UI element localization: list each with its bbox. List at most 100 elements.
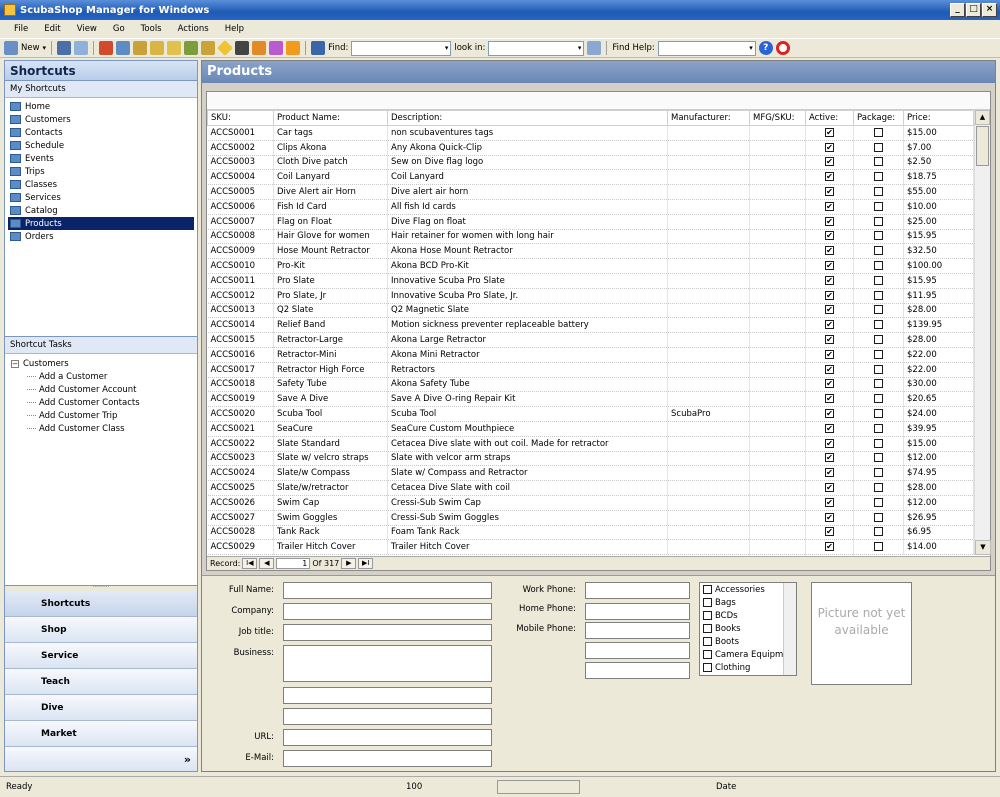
table-cell[interactable]: Akona Safety Tube: [387, 377, 668, 393]
table-row[interactable]: ACCS0017 Retractor High Force Retractors ✔ $…: [207, 362, 974, 378]
active-checkbox[interactable]: ✔: [825, 497, 834, 507]
collapse-icon[interactable]: −: [11, 359, 19, 368]
table-cell[interactable]: [667, 495, 750, 511]
table-cell[interactable]: Swim Cap: [273, 495, 388, 511]
table-cell[interactable]: [749, 140, 806, 156]
email-field[interactable]: [283, 750, 492, 767]
table-cell[interactable]: [749, 229, 806, 245]
category-checkbox[interactable]: [703, 611, 712, 620]
table-cell[interactable]: [667, 465, 750, 482]
package-cell[interactable]: [853, 303, 904, 319]
active-cell[interactable]: ✔: [805, 258, 854, 274]
table-cell[interactable]: [749, 303, 806, 319]
other-phone-field[interactable]: [585, 642, 690, 659]
table-cell[interactable]: [667, 273, 750, 289]
table-cell[interactable]: [667, 125, 750, 141]
url-field[interactable]: [283, 729, 492, 746]
package-cell[interactable]: [853, 184, 904, 200]
table-cell[interactable]: Foam Tank Rack: [387, 525, 668, 541]
table-row[interactable]: ACCS0027 Swim Goggles Cressi-Sub Swim Gogg…: [207, 510, 974, 526]
active-cell[interactable]: ✔: [805, 317, 854, 334]
table-cell[interactable]: [749, 465, 806, 482]
package-checkbox[interactable]: [874, 231, 883, 241]
table-cell[interactable]: $28.00: [903, 303, 974, 319]
shortcut-classes[interactable]: Classes: [8, 178, 194, 191]
minimize-button[interactable]: _: [950, 3, 965, 17]
table-row[interactable]: ACCS0025 Slate/w/retractor Cetacea Dive Sl…: [207, 480, 974, 496]
shortcut-products[interactable]: Products: [8, 217, 194, 230]
table-cell[interactable]: ACCS0025: [207, 480, 274, 496]
table-cell[interactable]: ACCS0006: [207, 199, 274, 215]
table-cell[interactable]: ACCS0013: [207, 303, 274, 319]
table-cell[interactable]: $15.95: [903, 229, 974, 245]
table-cell[interactable]: ACCS0002: [207, 140, 274, 156]
table-row[interactable]: ACCS0002 Clips Akona Any Akona Quick-Clip ✔…: [207, 140, 974, 156]
table-cell[interactable]: Pro-Kit: [273, 258, 388, 274]
trips-icon[interactable]: [184, 41, 199, 55]
table-cell[interactable]: ACCS0015: [207, 332, 274, 348]
table-row[interactable]: ACCS0021 SeaCure SeaCure Custom Mouthpiece…: [207, 421, 974, 437]
active-cell[interactable]: ✔: [805, 214, 854, 230]
package-cell[interactable]: [853, 288, 904, 304]
full-name-field[interactable]: [283, 582, 492, 599]
table-cell[interactable]: ACCS0017: [207, 362, 274, 378]
table-row[interactable]: ACCS0024 Slate/w Compass Slate w/ Compass …: [207, 465, 974, 482]
active-cell[interactable]: ✔: [805, 184, 854, 200]
table-cell[interactable]: Retractor-Mini: [273, 347, 388, 363]
table-cell[interactable]: Akona BCD Pro-Kit: [387, 258, 668, 274]
table-cell[interactable]: Sew on Dive flag logo: [387, 155, 668, 171]
active-cell[interactable]: ✔: [805, 421, 854, 437]
customers-icon[interactable]: [116, 41, 131, 55]
table-cell[interactable]: $7.00: [903, 140, 974, 156]
shortcut-schedule[interactable]: Schedule: [8, 139, 194, 152]
active-cell[interactable]: ✔: [805, 229, 854, 245]
company-field[interactable]: [283, 603, 492, 620]
table-cell[interactable]: non scubaventures tags: [387, 125, 668, 141]
table-cell[interactable]: [749, 317, 806, 334]
active-checkbox[interactable]: ✔: [825, 201, 834, 211]
last-record-button[interactable]: ▶I: [358, 558, 374, 569]
table-cell[interactable]: $6.95: [903, 525, 974, 541]
table-cell[interactable]: ACCS0007: [207, 214, 274, 230]
menu-edit[interactable]: Edit: [36, 24, 68, 34]
table-cell[interactable]: Slate Standard: [273, 436, 388, 452]
table-cell[interactable]: ACCS0024: [207, 465, 274, 482]
active-cell[interactable]: ✔: [805, 243, 854, 260]
table-row[interactable]: ACCS0010 Pro-Kit Akona BCD Pro-Kit ✔ $100.00: [207, 258, 974, 274]
table-cell[interactable]: $55.00: [903, 184, 974, 200]
table-row[interactable]: ACCS0006 Fish Id Card All fish Id cards ✔ $1…: [207, 199, 974, 215]
active-checkbox[interactable]: ✔: [825, 172, 834, 182]
active-cell[interactable]: ✔: [805, 539, 854, 556]
category-checkbox[interactable]: [703, 585, 712, 594]
table-cell[interactable]: $28.00: [903, 332, 974, 348]
table-cell[interactable]: Cressi-Sub Swim Goggles: [387, 510, 668, 526]
table-cell[interactable]: Swim Goggles: [273, 510, 388, 526]
table-cell[interactable]: [667, 243, 750, 260]
nav-shortcuts[interactable]: Shortcuts: [5, 591, 197, 617]
table-cell[interactable]: [749, 155, 806, 171]
table-cell[interactable]: Clips Akona: [273, 140, 388, 156]
table-row[interactable]: ACCS0028 Tank Rack Foam Tank Rack ✔ $6.95: [207, 525, 974, 541]
notes-icon[interactable]: [252, 41, 267, 55]
table-cell[interactable]: [667, 140, 750, 156]
column-header[interactable]: MFG/SKU:: [749, 110, 806, 126]
package-checkbox[interactable]: [874, 438, 883, 448]
table-cell[interactable]: ACCS0014: [207, 317, 274, 334]
package-checkbox[interactable]: [874, 142, 883, 152]
table-cell[interactable]: ACCS0016: [207, 347, 274, 363]
package-cell[interactable]: [853, 332, 904, 348]
category-checkbox[interactable]: [703, 650, 712, 659]
look-in-select[interactable]: ▾: [488, 40, 585, 56]
table-cell[interactable]: Innovative Scuba Pro Slate, Jr.: [387, 288, 668, 304]
shortcut-orders[interactable]: Orders: [8, 230, 194, 243]
active-cell[interactable]: ✔: [805, 480, 854, 496]
table-cell[interactable]: $22.00: [903, 347, 974, 363]
table-cell[interactable]: $12.00: [903, 495, 974, 511]
table-cell[interactable]: Dive Alert air Horn: [273, 184, 388, 200]
package-cell[interactable]: [853, 317, 904, 334]
table-cell[interactable]: $15.00: [903, 125, 974, 141]
package-checkbox[interactable]: [874, 275, 883, 285]
table-cell[interactable]: [749, 421, 806, 437]
prev-record-button[interactable]: ◀: [259, 558, 275, 569]
active-cell[interactable]: ✔: [805, 451, 854, 467]
